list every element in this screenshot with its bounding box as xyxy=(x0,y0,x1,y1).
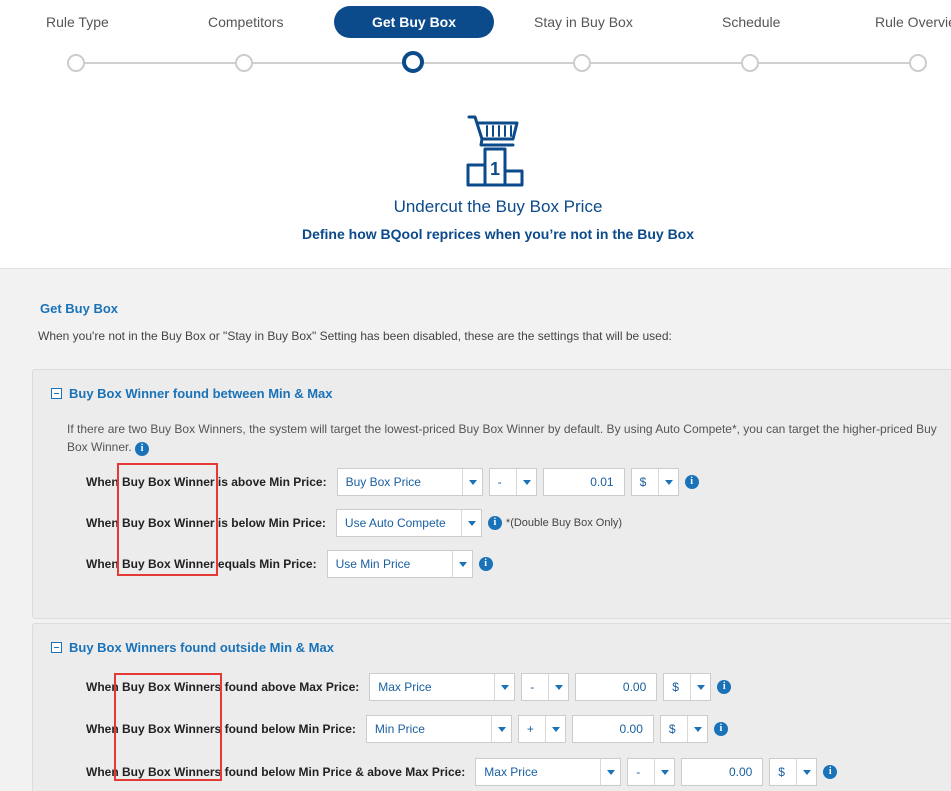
step-dot-get-buy-box[interactable] xyxy=(402,51,424,73)
rule-row: When Buy Box Winners found below Min Pri… xyxy=(86,758,838,786)
chevron-down-icon xyxy=(690,674,710,700)
step-dot-rule-type[interactable] xyxy=(67,54,85,72)
info-icon[interactable]: i xyxy=(478,557,493,571)
chevron-down-icon xyxy=(461,469,482,495)
step-rule-overview[interactable]: Rule Overvie xyxy=(875,14,951,30)
panel-note-text: If there are two Buy Box Winners, the sy… xyxy=(67,422,937,454)
info-icon[interactable]: i xyxy=(713,722,728,736)
step-dot-competitors[interactable] xyxy=(235,54,253,72)
chevron-down-icon xyxy=(490,716,511,742)
rule-row: When Buy Box Winner is above Min Price: … xyxy=(86,468,699,496)
row-label: When Buy Box Winner is above Min Price: xyxy=(86,475,327,489)
info-icon[interactable]: i xyxy=(717,680,732,694)
amount-input[interactable]: 0.00 xyxy=(681,758,764,786)
select-value: Use Min Price xyxy=(335,557,411,571)
operator-select[interactable]: - xyxy=(488,468,537,496)
unit-select[interactable]: $ xyxy=(630,468,679,496)
amount-input[interactable]: 0.00 xyxy=(571,715,654,743)
amount-input[interactable]: 0.01 xyxy=(542,468,625,496)
section-title: Get Buy Box xyxy=(40,301,119,316)
amount-input[interactable]: 0.00 xyxy=(575,673,658,701)
chevron-down-icon xyxy=(600,759,620,785)
operator-select[interactable]: + xyxy=(517,715,566,743)
row-label: When Buy Box Winner equals Min Price: xyxy=(86,557,317,571)
chevron-down-icon xyxy=(460,510,481,536)
rule-row: When Buy Box Winner equals Min Price: Us… xyxy=(86,550,493,578)
panel-header[interactable]: Buy Box Winner found between Min & Max xyxy=(51,386,333,401)
info-icon[interactable]: i xyxy=(684,475,699,489)
select-value: $ xyxy=(672,680,679,694)
price-basis-select[interactable]: Buy Box Price xyxy=(336,468,483,496)
unit-select[interactable]: $ xyxy=(659,715,708,743)
select-value: - xyxy=(636,765,641,779)
operator-select[interactable]: - xyxy=(521,673,570,701)
panel-note: If there are two Buy Box Winners, the sy… xyxy=(67,420,947,456)
info-icon[interactable]: i xyxy=(823,765,838,779)
step-stay-in-buy-box[interactable]: Stay in Buy Box xyxy=(534,14,633,30)
chevron-down-icon xyxy=(548,674,568,700)
select-value: Max Price xyxy=(378,680,432,694)
svg-text:1: 1 xyxy=(490,159,500,179)
step-dot-schedule[interactable] xyxy=(741,54,759,72)
step-get-buy-box[interactable]: Get Buy Box xyxy=(334,6,495,38)
collapse-icon[interactable] xyxy=(51,642,62,653)
step-dot-rule-overview[interactable] xyxy=(909,54,927,72)
operator-select[interactable]: - xyxy=(627,758,676,786)
row-label: When Buy Box Winners found below Min Pri… xyxy=(86,722,356,736)
panel-title: Buy Box Winner found between Min & Max xyxy=(69,386,333,401)
row-label: When Buy Box Winner is below Min Price: xyxy=(86,516,326,530)
settings-area: Get Buy Box When you're not in the Buy B… xyxy=(0,268,951,791)
select-value: Min Price xyxy=(374,722,425,736)
chevron-down-icon xyxy=(686,716,707,742)
select-value: $ xyxy=(639,475,647,489)
rule-row: When Buy Box Winners found below Min Pri… xyxy=(86,715,728,743)
price-basis-select[interactable]: Max Price xyxy=(369,673,516,701)
row-note: *(Double Buy Box Only) xyxy=(505,517,623,529)
step-schedule[interactable]: Schedule xyxy=(722,14,780,30)
cart-podium-icon: 1 xyxy=(466,115,524,187)
unit-select[interactable]: $ xyxy=(663,673,712,701)
select-value: Use Auto Compete xyxy=(344,516,446,530)
select-value: + xyxy=(526,722,534,736)
stepper-track xyxy=(76,62,918,64)
hero-subtitle: Define how BQool reprices when you’re no… xyxy=(301,226,695,242)
action-select[interactable]: Use Auto Compete xyxy=(335,509,482,537)
price-basis-select[interactable]: Max Price xyxy=(475,758,622,786)
collapse-icon[interactable] xyxy=(51,388,62,399)
chevron-down-icon xyxy=(544,716,565,742)
select-value: Max Price xyxy=(484,765,538,779)
select-value: $ xyxy=(778,765,785,779)
rule-row: When Buy Box Winners found above Max Pri… xyxy=(86,673,732,701)
select-value: - xyxy=(530,680,535,694)
section-description: When you're not in the Buy Box or "Stay … xyxy=(38,329,672,343)
panel-between-min-max: Buy Box Winner found between Min & Max I… xyxy=(32,369,951,619)
chevron-down-icon xyxy=(451,551,472,577)
chevron-down-icon xyxy=(654,759,674,785)
hero-title: Undercut the Buy Box Price xyxy=(393,197,603,216)
step-rule-type[interactable]: Rule Type xyxy=(46,14,109,30)
chevron-down-icon xyxy=(494,674,514,700)
panel-outside-min-max: Buy Box Winners found outside Min & Max … xyxy=(32,623,951,791)
chevron-down-icon xyxy=(796,759,816,785)
chevron-down-icon xyxy=(515,469,536,495)
step-competitors[interactable]: Competitors xyxy=(208,14,283,30)
info-icon[interactable]: i xyxy=(135,442,150,456)
info-icon[interactable]: i xyxy=(487,516,502,530)
select-value: - xyxy=(497,475,502,489)
action-select[interactable]: Use Min Price xyxy=(326,550,473,578)
row-label: When Buy Box Winners found below Min Pri… xyxy=(86,765,466,779)
unit-select[interactable]: $ xyxy=(769,758,818,786)
chevron-down-icon xyxy=(657,469,678,495)
select-value: $ xyxy=(668,722,676,736)
price-basis-select[interactable]: Min Price xyxy=(365,715,512,743)
panel-title: Buy Box Winners found outside Min & Max xyxy=(69,640,334,655)
wizard-stepper: Rule Type Competitors Get Buy Box Stay i… xyxy=(0,0,951,80)
row-label: When Buy Box Winners found above Max Pri… xyxy=(86,680,360,694)
panel-header[interactable]: Buy Box Winners found outside Min & Max xyxy=(51,640,334,655)
step-dot-stay-in-buy-box[interactable] xyxy=(573,54,591,72)
rule-row: When Buy Box Winner is below Min Price: … xyxy=(86,509,622,537)
select-value: Buy Box Price xyxy=(345,475,421,489)
